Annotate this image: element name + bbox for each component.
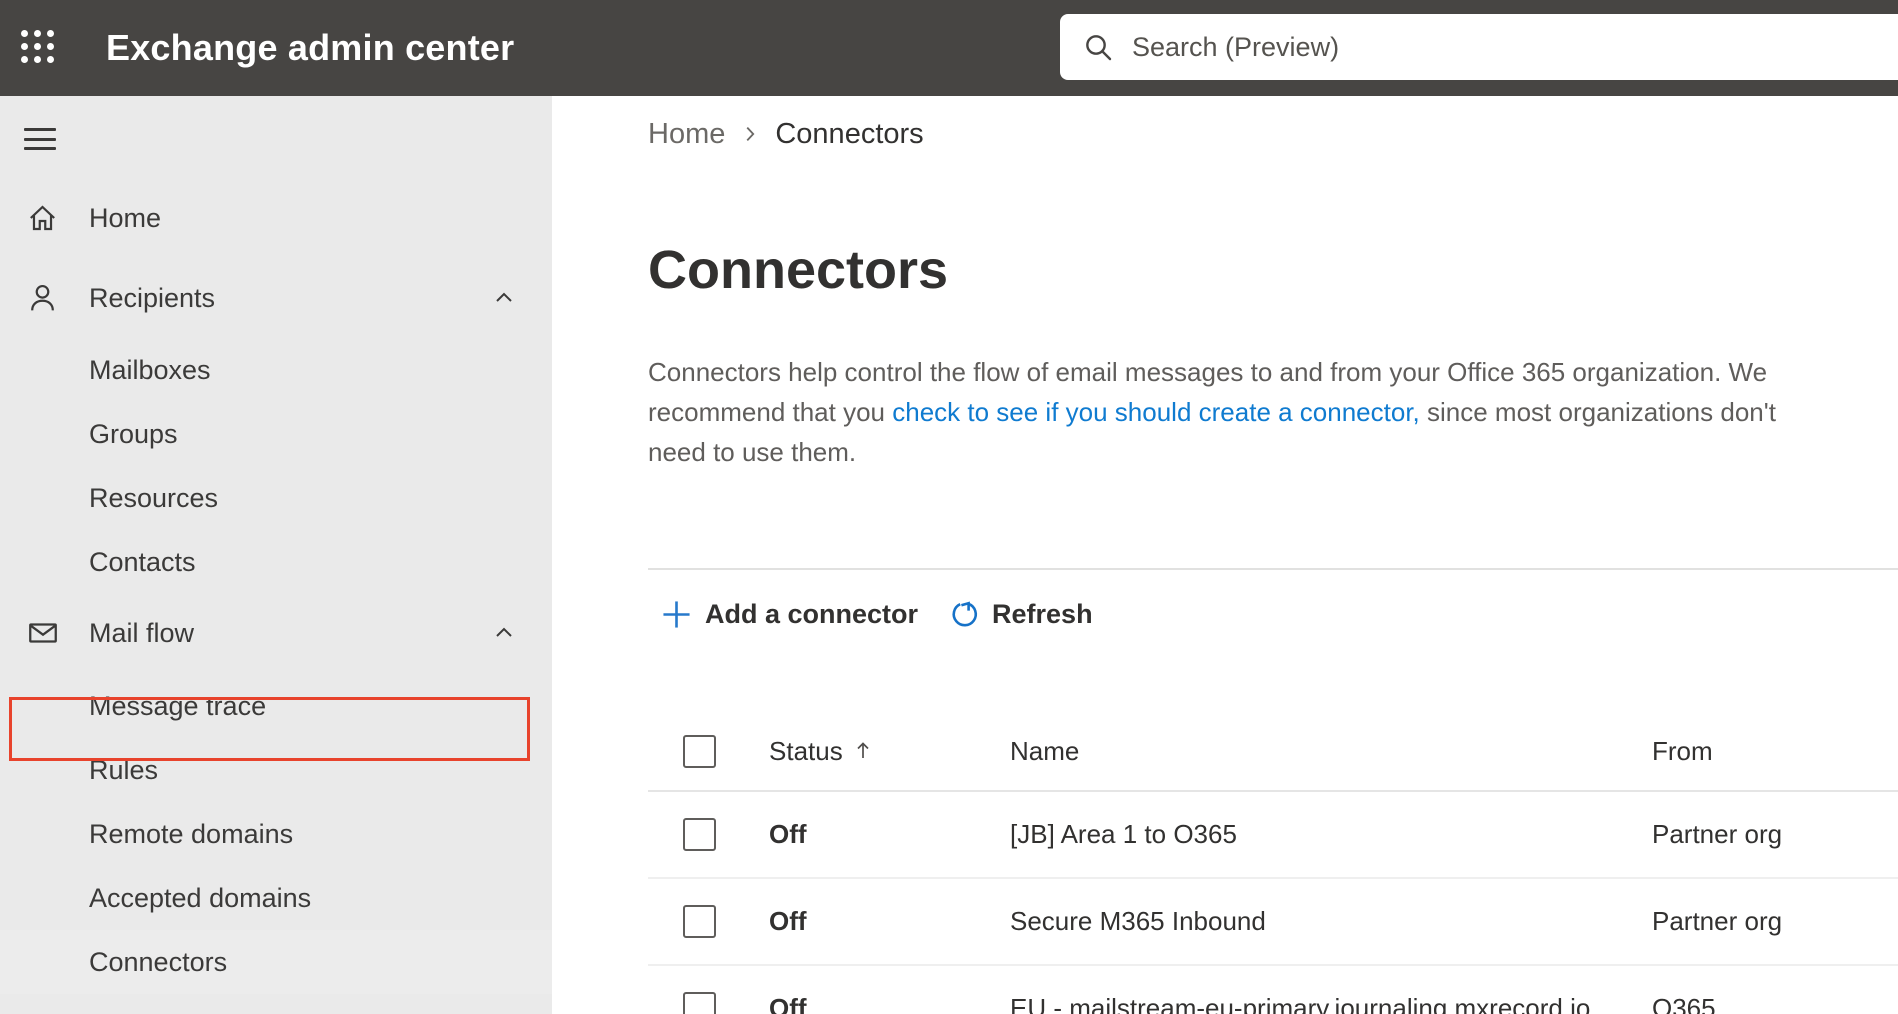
sidebar-item-recipients[interactable]: Recipients xyxy=(0,266,552,330)
cell-from: O365 xyxy=(1652,993,1716,1014)
sidebar-item-label: Resources xyxy=(89,482,219,513)
refresh-button[interactable]: Refresh xyxy=(948,598,1093,630)
add-connector-label: Add a connector xyxy=(705,598,919,629)
sidebar-item-label: Recipients xyxy=(89,282,216,313)
sidebar-nav: Home Recipients Mailboxes Groups Resourc… xyxy=(0,96,552,1014)
app-launcher-waffle-icon[interactable] xyxy=(21,30,55,64)
add-connector-button[interactable]: Add a connector xyxy=(648,598,918,631)
breadcrumb-home-link[interactable]: Home xyxy=(648,118,725,151)
refresh-label: Refresh xyxy=(992,598,1093,629)
cell-status: Off xyxy=(769,993,807,1014)
exchange-admin-center-app: Exchange admin center Home xyxy=(0,0,1898,1014)
table-row[interactable]: Off Secure M365 Inbound Partner org xyxy=(648,879,1898,966)
sidebar-item-mailboxes[interactable]: Mailboxes xyxy=(0,338,552,402)
cell-status: Off xyxy=(769,906,807,936)
plus-icon xyxy=(660,598,693,631)
page-description: Connectors help control the flow of emai… xyxy=(648,352,1838,472)
table-row[interactable]: Off [JB] Area 1 to O365 Partner org xyxy=(648,792,1898,879)
cell-from: Partner org xyxy=(1652,906,1783,936)
cell-name[interactable]: [JB] Area 1 to O365 xyxy=(1010,819,1652,850)
row-checkbox[interactable] xyxy=(683,905,716,938)
sidebar-item-label: Mailboxes xyxy=(89,354,211,385)
main-content: Home Connectors Connectors Connectors he… xyxy=(552,96,1898,1014)
search-box[interactable] xyxy=(1060,14,1898,80)
chevron-right-icon xyxy=(739,123,761,145)
search-icon xyxy=(1086,35,1112,61)
sidebar-item-groups[interactable]: Groups xyxy=(0,402,552,466)
sidebar-item-remote-domains[interactable]: Remote domains xyxy=(0,802,552,866)
search-input[interactable] xyxy=(1130,30,1734,64)
sidebar-item-accepted-domains[interactable]: Accepted domains xyxy=(0,866,552,930)
sidebar-item-label: Mail flow xyxy=(89,617,195,648)
sidebar-item-resources[interactable]: Resources xyxy=(0,466,552,530)
sidebar-item-label: Groups xyxy=(89,418,178,449)
mail-icon xyxy=(26,616,60,650)
sidebar-item-label: Home xyxy=(89,202,162,233)
chevron-up-icon[interactable] xyxy=(492,621,516,645)
sidebar-item-connectors[interactable]: Connectors xyxy=(0,930,552,994)
sidebar-item-label: Accepted domains xyxy=(89,882,312,913)
top-bar: Exchange admin center xyxy=(0,0,1898,96)
sidebar-item-message-trace[interactable]: Message trace xyxy=(0,674,552,738)
sidebar-item-label: Rules xyxy=(89,754,159,785)
create-connector-check-link[interactable]: check to see if you should create a conn… xyxy=(892,397,1420,427)
toolbar-divider xyxy=(648,568,1898,570)
row-checkbox[interactable] xyxy=(683,818,716,851)
page-title: Connectors xyxy=(648,240,949,300)
person-icon xyxy=(26,282,59,315)
home-icon xyxy=(26,202,59,235)
refresh-icon xyxy=(948,598,980,630)
sidebar-item-label: Connectors xyxy=(89,946,228,977)
sort-ascending-icon xyxy=(853,739,873,763)
table-row[interactable]: Off EU - mailstream-eu-primary.journalin… xyxy=(648,966,1898,1014)
hamburger-menu-icon[interactable] xyxy=(24,128,56,150)
command-bar: Add a connector Refresh xyxy=(648,588,1898,640)
breadcrumb: Home Connectors xyxy=(648,117,1898,151)
sidebar-item-mail-flow[interactable]: Mail flow xyxy=(0,601,552,665)
sidebar-item-label: Message trace xyxy=(89,690,267,721)
select-all-checkbox[interactable] xyxy=(683,734,716,768)
sidebar-item-label: Contacts xyxy=(89,546,196,577)
column-header-status[interactable]: Status xyxy=(769,736,843,767)
cell-name[interactable]: EU - mailstream-eu-primary.journaling.mx… xyxy=(1010,993,1652,1014)
column-header-from[interactable]: From xyxy=(1652,736,1713,767)
column-header-name[interactable]: Name xyxy=(1010,736,1079,767)
table-header-row: Status Name From xyxy=(648,712,1898,792)
sidebar-item-home[interactable]: Home xyxy=(0,186,552,250)
cell-status: Off xyxy=(769,819,807,849)
cell-from: Partner org xyxy=(1652,819,1783,849)
cell-name[interactable]: Secure M365 Inbound xyxy=(1010,906,1652,937)
app-title: Exchange admin center xyxy=(106,27,515,68)
sidebar-item-rules[interactable]: Rules xyxy=(0,738,552,802)
connectors-table: Status Name From Off [JB] Area 1 to O365… xyxy=(648,712,1898,1014)
sidebar-item-label: Remote domains xyxy=(89,818,294,849)
sidebar-item-contacts[interactable]: Contacts xyxy=(0,530,552,594)
breadcrumb-current: Connectors xyxy=(775,117,924,150)
row-checkbox[interactable] xyxy=(683,992,716,1014)
chevron-up-icon[interactable] xyxy=(492,286,516,310)
